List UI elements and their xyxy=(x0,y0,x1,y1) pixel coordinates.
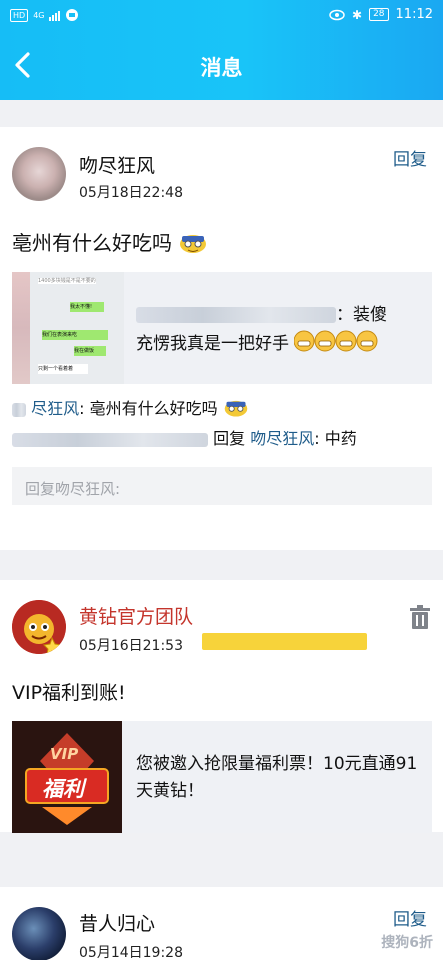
clock: 11:12 xyxy=(395,7,433,22)
trash-icon[interactable] xyxy=(409,604,431,630)
message-time: 05月16日21:53 xyxy=(79,638,183,654)
grin-emoji-icon xyxy=(294,330,378,352)
comment-target[interactable]: 吻尽狂风 xyxy=(250,429,314,448)
thumb-bubble: 我太不懂! xyxy=(70,302,104,312)
header-bar: HD 4G ✱ 28 11:12 消息 xyxy=(0,0,443,100)
quoted-text-line2: 充愣我真是一把好手 xyxy=(136,334,289,354)
promo-thumb-label: 福利 xyxy=(42,777,84,801)
battery-indicator: 28 xyxy=(369,8,389,21)
promo-thumb-label-top: VIP xyxy=(50,745,79,763)
message-card: 黄钻官方团队 05月16日21:53 VIP福利到账! VIP 福利 您被邀入抢… xyxy=(0,580,443,833)
hd-badge: HD xyxy=(10,8,29,22)
reply-word: 回复 xyxy=(213,429,246,448)
quoted-text: ：装傻 充愣我真是一把好手 xyxy=(136,302,424,358)
author-name[interactable]: 昔人归心 xyxy=(79,909,155,936)
official-avatar-icon xyxy=(12,600,66,654)
author-name[interactable]: 吻尽狂风 xyxy=(79,151,155,178)
reply-button[interactable]: 回复 xyxy=(393,905,427,930)
signal-icon xyxy=(49,10,61,21)
thumb-bubble: 1400多块钱是不是不要的 xyxy=(38,278,96,284)
avatar[interactable] xyxy=(12,147,66,201)
thumb-bubble: 我在做饭 xyxy=(74,346,106,356)
message-text: 亳州有什么好吃吗 xyxy=(12,227,208,256)
comment-text: : 亳州有什么好吃吗 xyxy=(79,399,218,418)
thumb-bubble: 只剩一个看着着 xyxy=(38,364,88,374)
quoted-post[interactable]: 1400多块钱是不是不要的 我太不懂! 我们在表演来吃 我在做饭 只剩一个看着着… xyxy=(12,272,432,384)
avatar[interactable] xyxy=(12,600,66,654)
watermark: 搜狗6折 xyxy=(381,935,433,951)
quoted-thumbnail: 1400多块钱是不是不要的 我太不懂! 我们在表演来吃 我在做饭 只剩一个看着着 xyxy=(12,272,124,384)
message-text-content: 亳州有什么好吃吗 xyxy=(12,231,172,255)
status-bar: HD 4G ✱ 28 11:12 xyxy=(0,0,443,32)
blurred-name xyxy=(136,307,336,323)
message-time: 05月14日19:28 xyxy=(79,945,183,960)
message-time: 05月18日22:48 xyxy=(79,185,183,201)
reply-input[interactable]: 回复吻尽狂风: xyxy=(12,467,432,505)
eye-icon xyxy=(329,9,345,20)
promo-card[interactable]: VIP 福利 您被邀入抢限量福利票！10元直通91天黄钻！ xyxy=(12,721,432,833)
network-label: 4G xyxy=(33,10,45,20)
page-title: 消息 xyxy=(200,56,243,80)
message-card: 昔人归心 05月14日19:28 回复 xyxy=(0,887,443,960)
comment-author[interactable]: 尽狂风 xyxy=(31,399,79,418)
bluetooth-icon: ✱ xyxy=(352,7,363,22)
message-card: 吻尽狂风 05月18日22:48 回复 亳州有什么好吃吗 1400多块钱是不是不… xyxy=(0,127,443,550)
avatar[interactable] xyxy=(12,907,66,960)
author-name[interactable]: 黄钻官方团队 xyxy=(79,602,193,629)
highlight-mark xyxy=(202,633,367,650)
sticker-icon xyxy=(224,400,247,417)
comment-row: 回复 吻尽狂风: 中药 xyxy=(12,425,357,449)
sticker-icon xyxy=(180,235,207,253)
thumb-bubble: 我们在表演来吃 xyxy=(42,330,108,340)
blurred-name xyxy=(12,432,208,447)
promo-thumbnail: VIP 福利 xyxy=(12,721,122,833)
promo-text: 您被邀入抢限量福利票！10元直通91天黄钻！ xyxy=(136,754,418,801)
reply-button[interactable]: 回复 xyxy=(393,145,427,170)
message-text: VIP福利到账! xyxy=(12,682,126,704)
notification-icon xyxy=(66,9,79,21)
comment-text: : 中药 xyxy=(314,429,357,448)
comment-row: 尽狂风: 亳州有什么好吃吗 xyxy=(12,395,249,419)
quoted-text-visible: ：装傻 xyxy=(336,305,387,325)
